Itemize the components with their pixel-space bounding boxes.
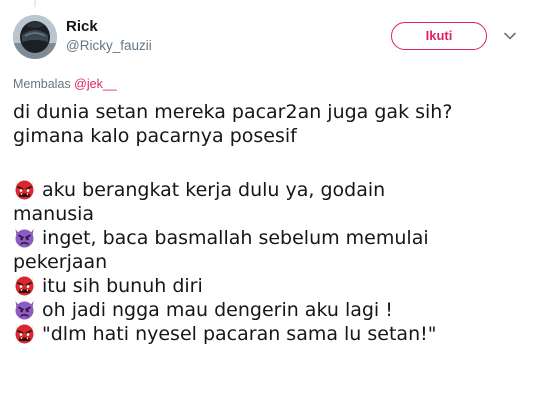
tweet-intro-line: di dunia setan mereka pacar2an juga gak … (13, 101, 453, 123)
tweet-text: di dunia setan mereka pacar2an juga gak … (13, 100, 541, 346)
reply-context: Membalas @jek__ (13, 77, 117, 91)
reply-prefix: Membalas (13, 77, 71, 91)
ogre-emoji-icon (13, 178, 36, 200)
dialogue-text-continued: pekerjaan (13, 251, 108, 273)
author-display-name[interactable]: Rick (66, 18, 98, 35)
dialogue-text-continued: manusia (13, 203, 95, 225)
thread-connector-line (34, 0, 36, 7)
ogre-emoji-icon (13, 322, 36, 344)
helmet-avatar-image (13, 15, 57, 59)
dialogue-text: "dlm hati nyesel pacaran sama lu setan!" (42, 323, 437, 345)
reply-mention-link[interactable]: @jek__ (74, 77, 117, 91)
dialogue-line: oh jadi ngga mau dengerin aku lagi ! (13, 298, 541, 322)
ogre-emoji-icon (13, 274, 36, 296)
dialogue-line: itu sih bunuh diri (13, 274, 541, 298)
dialogue-text: aku berangkat kerja dulu ya, godain (42, 179, 386, 201)
author-handle[interactable]: @Ricky_fauzii (66, 38, 152, 53)
dialogue-text: itu sih bunuh diri (42, 275, 203, 297)
dialogue-text: oh jadi ngga mau dengerin aku lagi ! (42, 299, 393, 321)
avatar[interactable] (13, 15, 57, 59)
angry-devil-emoji-icon (13, 226, 36, 248)
chevron-down-icon[interactable] (503, 28, 517, 42)
tweet-card: Rick @Ricky_fauzii Ikuti Membalas @jek__… (0, 0, 544, 402)
dialogue-line: inget, baca basmallah sebelum memulai (13, 226, 541, 250)
dialogue-line: aku berangkat kerja dulu ya, godain (13, 178, 541, 202)
dialogue-line: "dlm hati nyesel pacaran sama lu setan!" (13, 322, 541, 346)
tweet-intro-line: gimana kalo pacarnya posesif (13, 125, 297, 147)
angry-devil-emoji-icon (13, 298, 36, 320)
follow-button[interactable]: Ikuti (391, 22, 487, 50)
dialogue-text: inget, baca basmallah sebelum memulai (42, 227, 429, 249)
